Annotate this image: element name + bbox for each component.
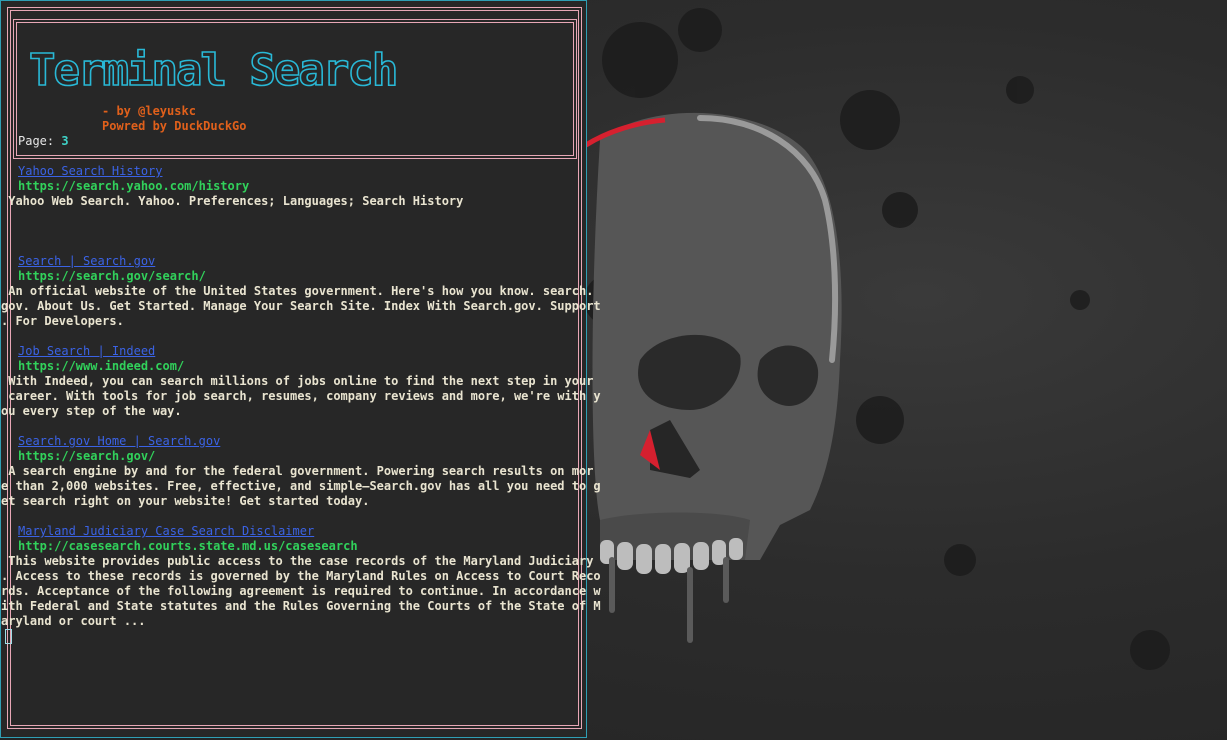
result-description-line: career. With tools for job search, resum… (1, 389, 601, 403)
credit-author: - by @leyuskc (102, 104, 196, 118)
result-description-line: A search engine by and for the federal g… (1, 464, 594, 478)
result-description-line: gov. About Us. Get Started. Manage Your … (1, 299, 601, 313)
result-url[interactable]: https://search.gov/ (18, 449, 586, 464)
result-description-line: An official website of the United States… (1, 284, 594, 298)
banner-title: Terminal Search (27, 39, 467, 99)
svg-text:Terminal Search: Terminal Search (29, 45, 396, 95)
result-title-link[interactable]: Yahoo Search History (18, 164, 586, 179)
search-result: Search.gov Home | Search.gov https://sear… (1, 434, 601, 509)
result-description-line: ou every step of the way. (1, 404, 182, 418)
result-url[interactable]: https://search.yahoo.com/history (18, 179, 586, 194)
result-title-link[interactable]: Maryland Judiciary Case Search Disclaime… (18, 524, 586, 539)
page-number: 3 (61, 134, 69, 148)
search-result: Job Search | Indeed https://www.indeed.co… (1, 344, 601, 419)
result-description-line: ith Federal and State statutes and the R… (1, 599, 601, 613)
result-description-line: aryland or court ... (1, 614, 146, 628)
result-description-line: This website provides public access to t… (1, 554, 594, 568)
result-description-line: e than 2,000 websites. Free, effective, … (1, 479, 601, 493)
terminal-window[interactable]: Terminal Search - by @leyuskc Powred by … (0, 0, 601, 738)
result-url[interactable]: https://search.gov/search/ (18, 269, 586, 284)
result-description-line: Yahoo Web Search. Yahoo. Preferences; La… (1, 194, 464, 208)
result-description-line: rds. Acceptance of the following agreeme… (1, 584, 601, 598)
result-url[interactable]: http://casesearch.courts.state.md.us/cas… (18, 539, 586, 554)
result-description-line: et search right on your website! Get sta… (1, 494, 370, 508)
result-description-line: . For Developers. (1, 314, 124, 328)
search-result: Maryland Judiciary Case Search Disclaime… (1, 524, 601, 629)
text-cursor (5, 629, 12, 644)
result-title-link[interactable]: Search | Search.gov (18, 254, 586, 269)
page-indicator: Page: 3 (18, 134, 69, 149)
result-url[interactable]: https://www.indeed.com/ (18, 359, 586, 374)
credit-powered-by: Powred by DuckDuckGo (102, 119, 247, 133)
result-description-line: . Access to these records is governed by… (1, 569, 601, 583)
search-result: Search | Search.gov https://search.gov/se… (1, 254, 601, 329)
result-title-link[interactable]: Search.gov Home | Search.gov (18, 434, 586, 449)
search-results: Yahoo Search History https://search.yahoo… (1, 164, 601, 629)
result-description-line: With Indeed, you can search millions of … (1, 374, 594, 388)
search-result: Yahoo Search History https://search.yahoo… (1, 164, 586, 209)
page-label: Page: (18, 134, 62, 148)
result-title-link[interactable]: Job Search | Indeed (18, 344, 586, 359)
